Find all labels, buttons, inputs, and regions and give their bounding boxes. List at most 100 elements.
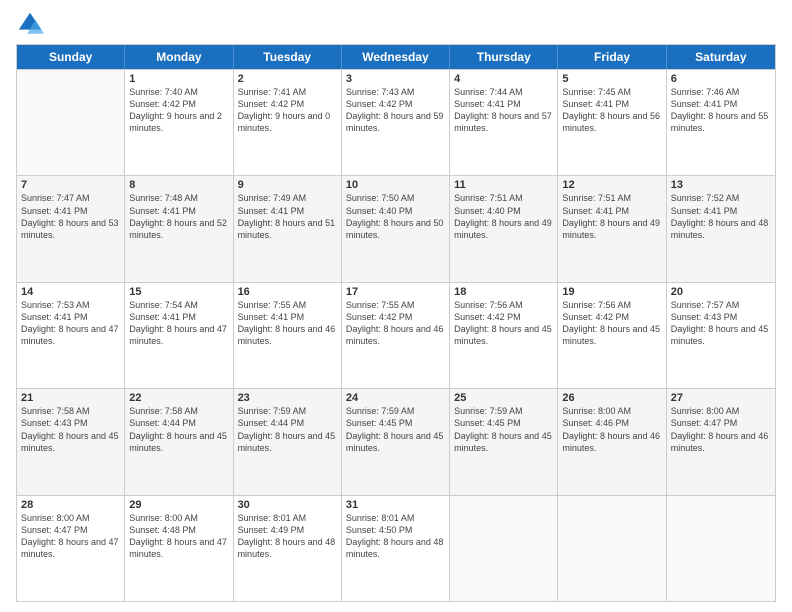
cal-header-monday: Monday	[125, 45, 233, 69]
cell-info: Sunrise: 7:51 AMSunset: 4:40 PMDaylight:…	[454, 192, 553, 241]
cal-header-sunday: Sunday	[17, 45, 125, 69]
day-number: 22	[129, 392, 228, 404]
cell-info: Sunrise: 7:50 AMSunset: 4:40 PMDaylight:…	[346, 192, 445, 241]
cal-cell-4-1: 29Sunrise: 8:00 AMSunset: 4:48 PMDayligh…	[125, 496, 233, 601]
day-number: 14	[21, 286, 120, 298]
day-number: 8	[129, 179, 228, 191]
day-number: 25	[454, 392, 553, 404]
cell-info: Sunrise: 7:41 AMSunset: 4:42 PMDaylight:…	[238, 86, 337, 135]
day-number: 21	[21, 392, 120, 404]
cell-info: Sunrise: 7:44 AMSunset: 4:41 PMDaylight:…	[454, 86, 553, 135]
cal-cell-2-1: 15Sunrise: 7:54 AMSunset: 4:41 PMDayligh…	[125, 283, 233, 388]
cell-info: Sunrise: 7:58 AMSunset: 4:44 PMDaylight:…	[129, 405, 228, 454]
day-number: 23	[238, 392, 337, 404]
cell-info: Sunrise: 7:57 AMSunset: 4:43 PMDaylight:…	[671, 299, 771, 348]
cal-cell-1-1: 8Sunrise: 7:48 AMSunset: 4:41 PMDaylight…	[125, 176, 233, 281]
day-number: 7	[21, 179, 120, 191]
cal-cell-3-2: 23Sunrise: 7:59 AMSunset: 4:44 PMDayligh…	[234, 389, 342, 494]
cal-header-saturday: Saturday	[667, 45, 775, 69]
day-number: 1	[129, 73, 228, 85]
day-number: 10	[346, 179, 445, 191]
day-number: 13	[671, 179, 771, 191]
cal-cell-3-5: 26Sunrise: 8:00 AMSunset: 4:46 PMDayligh…	[558, 389, 666, 494]
cal-cell-4-5	[558, 496, 666, 601]
cal-cell-4-2: 30Sunrise: 8:01 AMSunset: 4:49 PMDayligh…	[234, 496, 342, 601]
cal-cell-1-2: 9Sunrise: 7:49 AMSunset: 4:41 PMDaylight…	[234, 176, 342, 281]
day-number: 30	[238, 499, 337, 511]
cell-info: Sunrise: 7:48 AMSunset: 4:41 PMDaylight:…	[129, 192, 228, 241]
header	[16, 10, 776, 38]
cell-info: Sunrise: 8:00 AMSunset: 4:46 PMDaylight:…	[562, 405, 661, 454]
calendar-body: 1Sunrise: 7:40 AMSunset: 4:42 PMDaylight…	[17, 69, 775, 601]
cal-row-3: 21Sunrise: 7:58 AMSunset: 4:43 PMDayligh…	[17, 388, 775, 494]
cell-info: Sunrise: 7:52 AMSunset: 4:41 PMDaylight:…	[671, 192, 771, 241]
cell-info: Sunrise: 7:59 AMSunset: 4:45 PMDaylight:…	[346, 405, 445, 454]
cal-cell-0-0	[17, 70, 125, 175]
day-number: 29	[129, 499, 228, 511]
cell-info: Sunrise: 7:40 AMSunset: 4:42 PMDaylight:…	[129, 86, 228, 135]
cal-cell-0-1: 1Sunrise: 7:40 AMSunset: 4:42 PMDaylight…	[125, 70, 233, 175]
cal-cell-1-3: 10Sunrise: 7:50 AMSunset: 4:40 PMDayligh…	[342, 176, 450, 281]
day-number: 12	[562, 179, 661, 191]
cal-cell-4-4	[450, 496, 558, 601]
day-number: 18	[454, 286, 553, 298]
cal-header-tuesday: Tuesday	[234, 45, 342, 69]
cal-header-friday: Friday	[558, 45, 666, 69]
cal-cell-4-0: 28Sunrise: 8:00 AMSunset: 4:47 PMDayligh…	[17, 496, 125, 601]
day-number: 24	[346, 392, 445, 404]
logo	[16, 10, 48, 38]
cell-info: Sunrise: 7:46 AMSunset: 4:41 PMDaylight:…	[671, 86, 771, 135]
day-number: 28	[21, 499, 120, 511]
day-number: 9	[238, 179, 337, 191]
day-number: 6	[671, 73, 771, 85]
day-number: 11	[454, 179, 553, 191]
cell-info: Sunrise: 8:01 AMSunset: 4:50 PMDaylight:…	[346, 512, 445, 561]
cal-cell-2-3: 17Sunrise: 7:55 AMSunset: 4:42 PMDayligh…	[342, 283, 450, 388]
day-number: 19	[562, 286, 661, 298]
logo-icon	[16, 10, 44, 38]
cell-info: Sunrise: 7:47 AMSunset: 4:41 PMDaylight:…	[21, 192, 120, 241]
cell-info: Sunrise: 7:43 AMSunset: 4:42 PMDaylight:…	[346, 86, 445, 135]
cal-cell-4-6	[667, 496, 775, 601]
day-number: 16	[238, 286, 337, 298]
cell-info: Sunrise: 7:58 AMSunset: 4:43 PMDaylight:…	[21, 405, 120, 454]
day-number: 2	[238, 73, 337, 85]
cell-info: Sunrise: 8:01 AMSunset: 4:49 PMDaylight:…	[238, 512, 337, 561]
day-number: 3	[346, 73, 445, 85]
cell-info: Sunrise: 7:45 AMSunset: 4:41 PMDaylight:…	[562, 86, 661, 135]
day-number: 27	[671, 392, 771, 404]
cal-cell-3-6: 27Sunrise: 8:00 AMSunset: 4:47 PMDayligh…	[667, 389, 775, 494]
cal-cell-2-5: 19Sunrise: 7:56 AMSunset: 4:42 PMDayligh…	[558, 283, 666, 388]
day-number: 26	[562, 392, 661, 404]
cell-info: Sunrise: 7:55 AMSunset: 4:41 PMDaylight:…	[238, 299, 337, 348]
cal-row-1: 7Sunrise: 7:47 AMSunset: 4:41 PMDaylight…	[17, 175, 775, 281]
cal-cell-3-3: 24Sunrise: 7:59 AMSunset: 4:45 PMDayligh…	[342, 389, 450, 494]
cell-info: Sunrise: 7:49 AMSunset: 4:41 PMDaylight:…	[238, 192, 337, 241]
day-number: 17	[346, 286, 445, 298]
cell-info: Sunrise: 7:53 AMSunset: 4:41 PMDaylight:…	[21, 299, 120, 348]
cal-cell-3-4: 25Sunrise: 7:59 AMSunset: 4:45 PMDayligh…	[450, 389, 558, 494]
cell-info: Sunrise: 7:51 AMSunset: 4:41 PMDaylight:…	[562, 192, 661, 241]
cal-cell-3-1: 22Sunrise: 7:58 AMSunset: 4:44 PMDayligh…	[125, 389, 233, 494]
cal-cell-0-6: 6Sunrise: 7:46 AMSunset: 4:41 PMDaylight…	[667, 70, 775, 175]
cal-cell-1-6: 13Sunrise: 7:52 AMSunset: 4:41 PMDayligh…	[667, 176, 775, 281]
calendar: SundayMondayTuesdayWednesdayThursdayFrid…	[16, 44, 776, 602]
cell-info: Sunrise: 7:59 AMSunset: 4:45 PMDaylight:…	[454, 405, 553, 454]
cal-row-4: 28Sunrise: 8:00 AMSunset: 4:47 PMDayligh…	[17, 495, 775, 601]
cal-row-0: 1Sunrise: 7:40 AMSunset: 4:42 PMDaylight…	[17, 69, 775, 175]
calendar-header-row: SundayMondayTuesdayWednesdayThursdayFrid…	[17, 45, 775, 69]
cal-cell-0-4: 4Sunrise: 7:44 AMSunset: 4:41 PMDaylight…	[450, 70, 558, 175]
cal-cell-4-3: 31Sunrise: 8:01 AMSunset: 4:50 PMDayligh…	[342, 496, 450, 601]
cal-cell-0-3: 3Sunrise: 7:43 AMSunset: 4:42 PMDaylight…	[342, 70, 450, 175]
day-number: 5	[562, 73, 661, 85]
cal-cell-0-5: 5Sunrise: 7:45 AMSunset: 4:41 PMDaylight…	[558, 70, 666, 175]
page: SundayMondayTuesdayWednesdayThursdayFrid…	[0, 0, 792, 612]
day-number: 31	[346, 499, 445, 511]
cell-info: Sunrise: 8:00 AMSunset: 4:47 PMDaylight:…	[671, 405, 771, 454]
cal-cell-2-4: 18Sunrise: 7:56 AMSunset: 4:42 PMDayligh…	[450, 283, 558, 388]
cell-info: Sunrise: 7:56 AMSunset: 4:42 PMDaylight:…	[454, 299, 553, 348]
cal-cell-0-2: 2Sunrise: 7:41 AMSunset: 4:42 PMDaylight…	[234, 70, 342, 175]
cal-cell-1-5: 12Sunrise: 7:51 AMSunset: 4:41 PMDayligh…	[558, 176, 666, 281]
day-number: 15	[129, 286, 228, 298]
cal-row-2: 14Sunrise: 7:53 AMSunset: 4:41 PMDayligh…	[17, 282, 775, 388]
